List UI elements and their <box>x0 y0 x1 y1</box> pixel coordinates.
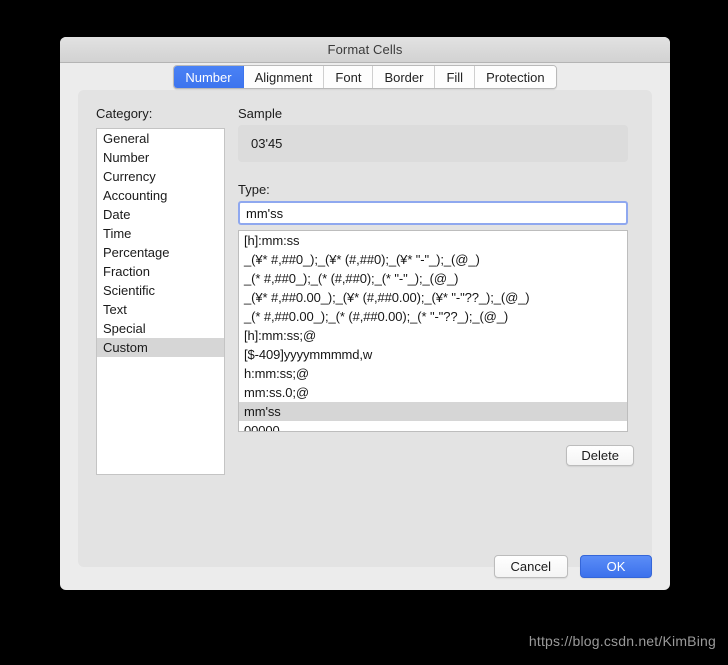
dialog-titlebar[interactable]: Format Cells <box>60 37 670 63</box>
category-item[interactable]: Percentage <box>97 243 224 262</box>
delete-button[interactable]: Delete <box>566 445 634 466</box>
number-tab-panel: Category: General Number Currency Accountin… <box>78 90 652 567</box>
category-item[interactable]: Scientific <box>97 281 224 300</box>
type-item[interactable]: 00000 <box>239 421 627 431</box>
watermark-text: https://blog.csdn.net/KimBing <box>528 633 716 649</box>
category-item[interactable]: Accounting <box>97 186 224 205</box>
type-item[interactable]: _(¥* #,##0.00_);_(¥* (#,##0.00);_(¥* "-"… <box>239 288 627 307</box>
category-item[interactable]: Number <box>97 148 224 167</box>
tab-fill[interactable]: Fill <box>435 66 476 88</box>
ok-button[interactable]: OK <box>580 555 652 578</box>
type-item[interactable]: h:mm:ss;@ <box>239 364 627 383</box>
type-item[interactable]: mm'ss <box>239 402 627 421</box>
category-listbox[interactable]: General Number Currency Accounting Date Time P… <box>96 128 225 475</box>
category-item[interactable]: Text <box>97 300 224 319</box>
type-item[interactable]: mm:ss.0;@ <box>239 383 627 402</box>
category-label: Category: <box>96 106 153 121</box>
format-cells-dialog: Format Cells Number Alignment Font Border Fi… <box>60 37 670 590</box>
type-label: Type: <box>238 182 270 197</box>
category-item[interactable]: Date <box>97 205 224 224</box>
category-item[interactable]: Currency <box>97 167 224 186</box>
type-input[interactable] <box>240 203 626 223</box>
type-item[interactable]: _(* #,##0_);_(* (#,##0);_(* "-"_);_(@_) <box>239 269 627 288</box>
category-item[interactable]: Fraction <box>97 262 224 281</box>
type-item[interactable]: _(* #,##0.00_);_(* (#,##0.00);_(* "-"??_… <box>239 307 627 326</box>
category-item[interactable]: General <box>97 129 224 148</box>
type-item[interactable]: [h]:mm:ss;@ <box>239 326 627 345</box>
dialog-title: Format Cells <box>327 42 403 57</box>
category-item[interactable]: Special <box>97 319 224 338</box>
type-listbox[interactable]: [h]:mm:ss _(¥* #,##0_);_(¥* (#,##0);_(¥* … <box>238 230 628 432</box>
type-input-wrapper[interactable] <box>238 201 628 225</box>
tab-protection[interactable]: Protection <box>475 66 556 88</box>
type-item[interactable]: [$-409]yyyymmmmd,w <box>239 345 627 364</box>
category-item[interactable]: Custom <box>97 338 224 357</box>
tabbar: Number Alignment Font Border Fill Protection <box>173 65 557 89</box>
tab-alignment[interactable]: Alignment <box>243 66 325 88</box>
tab-border[interactable]: Border <box>373 66 436 88</box>
tab-number[interactable]: Number <box>174 66 244 88</box>
type-item[interactable]: [h]:mm:ss <box>239 231 627 250</box>
dialog-footer: Cancel OK <box>60 555 670 578</box>
cancel-button[interactable]: Cancel <box>493 555 568 578</box>
sample-box: 03'45 <box>238 125 628 162</box>
category-item[interactable]: Time <box>97 224 224 243</box>
sample-label: Sample <box>238 106 283 121</box>
tab-font[interactable]: Font <box>324 66 374 88</box>
sample-value: 03'45 <box>251 136 283 151</box>
type-item[interactable]: _(¥* #,##0_);_(¥* (#,##0);_(¥* "-"_);_(@… <box>239 250 627 269</box>
tabbar-container: Number Alignment Font Border Fill Protection <box>60 62 670 92</box>
